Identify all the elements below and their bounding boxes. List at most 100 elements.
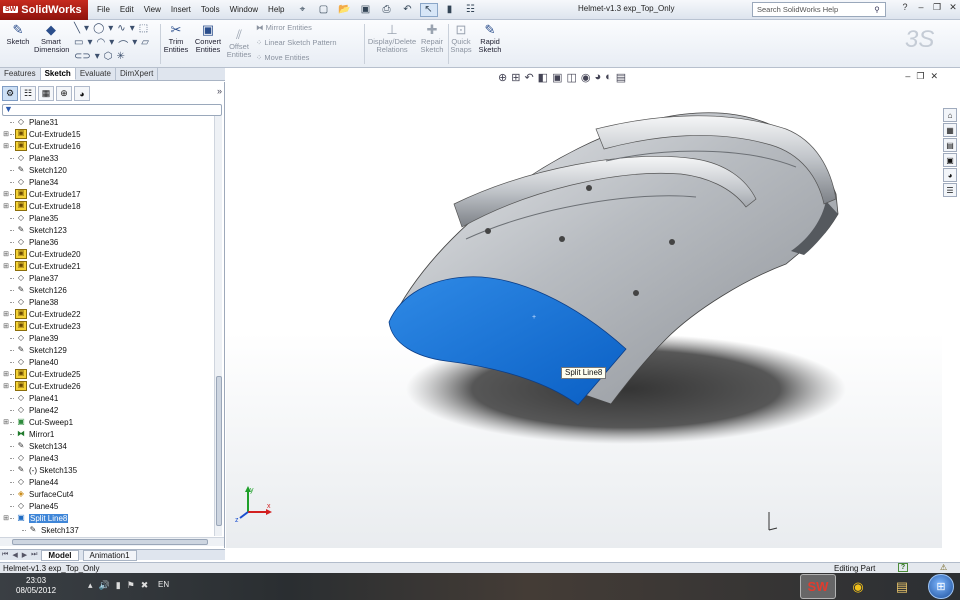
tree-item[interactable]: ◇ Plane40	[0, 356, 214, 368]
search-input[interactable]: Search SolidWorks Help ⚲	[752, 2, 886, 17]
tree-item[interactable]: ◇ Plane34	[0, 176, 214, 188]
help-icon[interactable]: ?	[900, 2, 910, 13]
design-library-icon[interactable]: ▦	[943, 123, 957, 137]
volume-icon[interactable]: 🔊	[99, 580, 110, 591]
tree-item[interactable]: ◇ Plane38	[0, 296, 214, 308]
solidworks-logo[interactable]: SW SolidWorks	[0, 0, 88, 20]
next-tab-icon[interactable]: ▶	[22, 551, 27, 559]
tab-evaluate[interactable]: Evaluate	[76, 68, 116, 80]
polygon-icon[interactable]: ⬡	[104, 51, 113, 62]
prev-tab-icon[interactable]: ◀	[12, 551, 17, 559]
text-icon[interactable]: ⬚	[139, 23, 148, 34]
tree-item[interactable]: ◇ Plane39	[0, 332, 214, 344]
helmet-model[interactable]: +	[226, 69, 942, 548]
tree-item[interactable]: ✎ Sketch123	[0, 224, 214, 236]
expand-toggle-icon[interactable]: ⊞	[2, 142, 10, 150]
menu-file[interactable]: File	[92, 5, 115, 14]
expand-panel-icon[interactable]: »	[217, 86, 222, 102]
expand-toggle-icon[interactable]: ⊞	[2, 514, 10, 522]
select-arrow-icon[interactable]: ↖	[419, 2, 438, 17]
point-icon[interactable]: ✳	[117, 51, 125, 62]
file-explorer-icon[interactable]: ▤	[943, 138, 957, 152]
dropdown-arrow-icon[interactable]: ▾	[87, 37, 92, 52]
property-manager-icon[interactable]: ☷	[20, 86, 36, 101]
appearances-icon[interactable]: ◕	[943, 168, 957, 182]
search-icon[interactable]: ⚲	[869, 5, 885, 14]
trim-entities-button[interactable]: ✂ Trim Entities	[162, 23, 190, 54]
save-icon[interactable]: ▣	[357, 3, 375, 17]
tree-item[interactable]: ✎ Sketch126	[0, 284, 214, 296]
tree-item[interactable]: ⊞ ▣ Cut-Extrude26	[0, 380, 214, 392]
tree-item[interactable]: ◇ Plane44	[0, 476, 214, 488]
expand-toggle-icon[interactable]: ⊞	[2, 190, 10, 198]
convert-entities-button[interactable]: ▣ Convert Entities	[192, 23, 224, 54]
rebuild-icon[interactable]: ▮	[441, 3, 459, 17]
dropdown-arrow-icon[interactable]: ▾	[108, 23, 113, 34]
expand-toggle-icon[interactable]: ⊞	[2, 310, 10, 318]
tree-item[interactable]: ⊞ ▣ Cut-Extrude15	[0, 128, 214, 140]
graphics-viewport[interactable]: ⊕ ⊞ ↶ ◧ ▣ ◫ ◉ ◕ ◐ ▤ – ❐ ✕ + Split Line8 …	[226, 69, 942, 548]
slot-icon[interactable]: ⊂⊃	[74, 51, 91, 62]
tree-item[interactable]: ◇ Plane31	[0, 116, 214, 128]
tree-vertical-scrollbar[interactable]	[214, 116, 222, 536]
dropdown-arrow-icon[interactable]: ▾	[95, 51, 100, 62]
expand-toggle-icon[interactable]: ⊞	[2, 370, 10, 378]
tree-item[interactable]: ◇ Plane35	[0, 212, 214, 224]
tab-sketch[interactable]: Sketch	[40, 68, 76, 80]
print-icon[interactable]: ⎙	[378, 3, 396, 17]
tree-item[interactable]: ⊞ ▣ Cut-Extrude17	[0, 188, 214, 200]
menu-help[interactable]: Help	[263, 5, 289, 14]
configuration-manager-icon[interactable]: ▦	[38, 86, 54, 101]
smart-dimension-button[interactable]: ◆ Smart Dimension	[34, 23, 69, 54]
display-manager-icon[interactable]: ◕	[74, 86, 90, 101]
file-properties-icon[interactable]: ☷	[462, 3, 480, 17]
dropdown-arrow-icon[interactable]: ▾	[84, 23, 89, 34]
rectangle-icon[interactable]: ▭	[74, 37, 83, 52]
tree-item[interactable]: ✎ Sketch134	[0, 440, 214, 452]
display-delete-relations-button[interactable]: ⊥ Display/Delete Relations	[366, 23, 418, 54]
tray-app-icon[interactable]: ✖	[141, 580, 149, 591]
menu-edit[interactable]: Edit	[115, 5, 139, 14]
tree-item[interactable]: ⊞ ▣ Cut-Extrude18	[0, 200, 214, 212]
tree-item[interactable]: ◇ Plane37	[0, 272, 214, 284]
line-icon[interactable]: ╲	[74, 23, 80, 34]
network-icon[interactable]: ▮	[116, 580, 121, 591]
tree-item[interactable]: ◈ SurfaceCut4	[0, 488, 214, 500]
tree-item[interactable]: ◇ Plane33	[0, 152, 214, 164]
repair-sketch-button[interactable]: ✚ Repair Sketch	[418, 23, 446, 54]
action-center-flag-icon[interactable]: ⚑	[127, 580, 135, 591]
first-tab-icon[interactable]: ⏮	[2, 551, 8, 559]
home-icon[interactable]: ⌂	[943, 108, 957, 122]
tree-item[interactable]: ◇ Plane42	[0, 404, 214, 416]
tab-features[interactable]: Features	[0, 68, 41, 80]
expand-toggle-icon[interactable]: ⊞	[2, 382, 10, 390]
tree-item[interactable]: ⊞ ▣ Cut-Extrude23	[0, 320, 214, 332]
expand-toggle-icon[interactable]: ⊞	[2, 418, 10, 426]
circle-icon[interactable]: ◯	[93, 23, 104, 34]
quick-tips-icon[interactable]: ?	[898, 563, 908, 572]
menu-window[interactable]: Window	[225, 5, 263, 14]
expand-toggle-icon[interactable]: ⊞	[2, 250, 10, 258]
expand-toggle-icon[interactable]: ⊞	[2, 202, 10, 210]
linear-sketch-pattern-button[interactable]: ⁘ Linear Sketch Pattern	[256, 38, 337, 47]
expand-toggle-icon[interactable]: ⊞	[2, 262, 10, 270]
tree-item[interactable]: ✎ Sketch120	[0, 164, 214, 176]
move-entities-button[interactable]: ⁘ Move Entities	[256, 53, 309, 62]
rebuild-alert-icon[interactable]: ⚠	[940, 563, 947, 572]
scroll-thumb[interactable]	[12, 539, 208, 545]
custom-properties-icon[interactable]: ☰	[943, 183, 957, 197]
menu-tools[interactable]: Tools	[196, 5, 225, 14]
tree-item[interactable]: ⊞ ▣ Cut-Extrude22	[0, 308, 214, 320]
tree-item[interactable]: ◇ Plane36	[0, 236, 214, 248]
expand-toggle-icon[interactable]: ⊞	[2, 130, 10, 138]
menu-view[interactable]: View	[139, 5, 166, 14]
close-icon[interactable]: ✕	[948, 2, 958, 13]
spline-icon[interactable]: ∿	[117, 23, 125, 34]
tree-item[interactable]: ⊞ ▣ Cut-Extrude16	[0, 140, 214, 152]
undo-icon[interactable]: ↶	[399, 3, 417, 17]
sketch-button[interactable]: ✎ Sketch	[4, 23, 32, 46]
tree-item[interactable]: ✎ Sketch137	[0, 524, 214, 536]
fillet-icon[interactable]: ⌒	[118, 37, 128, 52]
tree-item[interactable]: ⊞ ▣ Cut-Extrude25	[0, 368, 214, 380]
tree-item[interactable]: ✎ Sketch129	[0, 344, 214, 356]
